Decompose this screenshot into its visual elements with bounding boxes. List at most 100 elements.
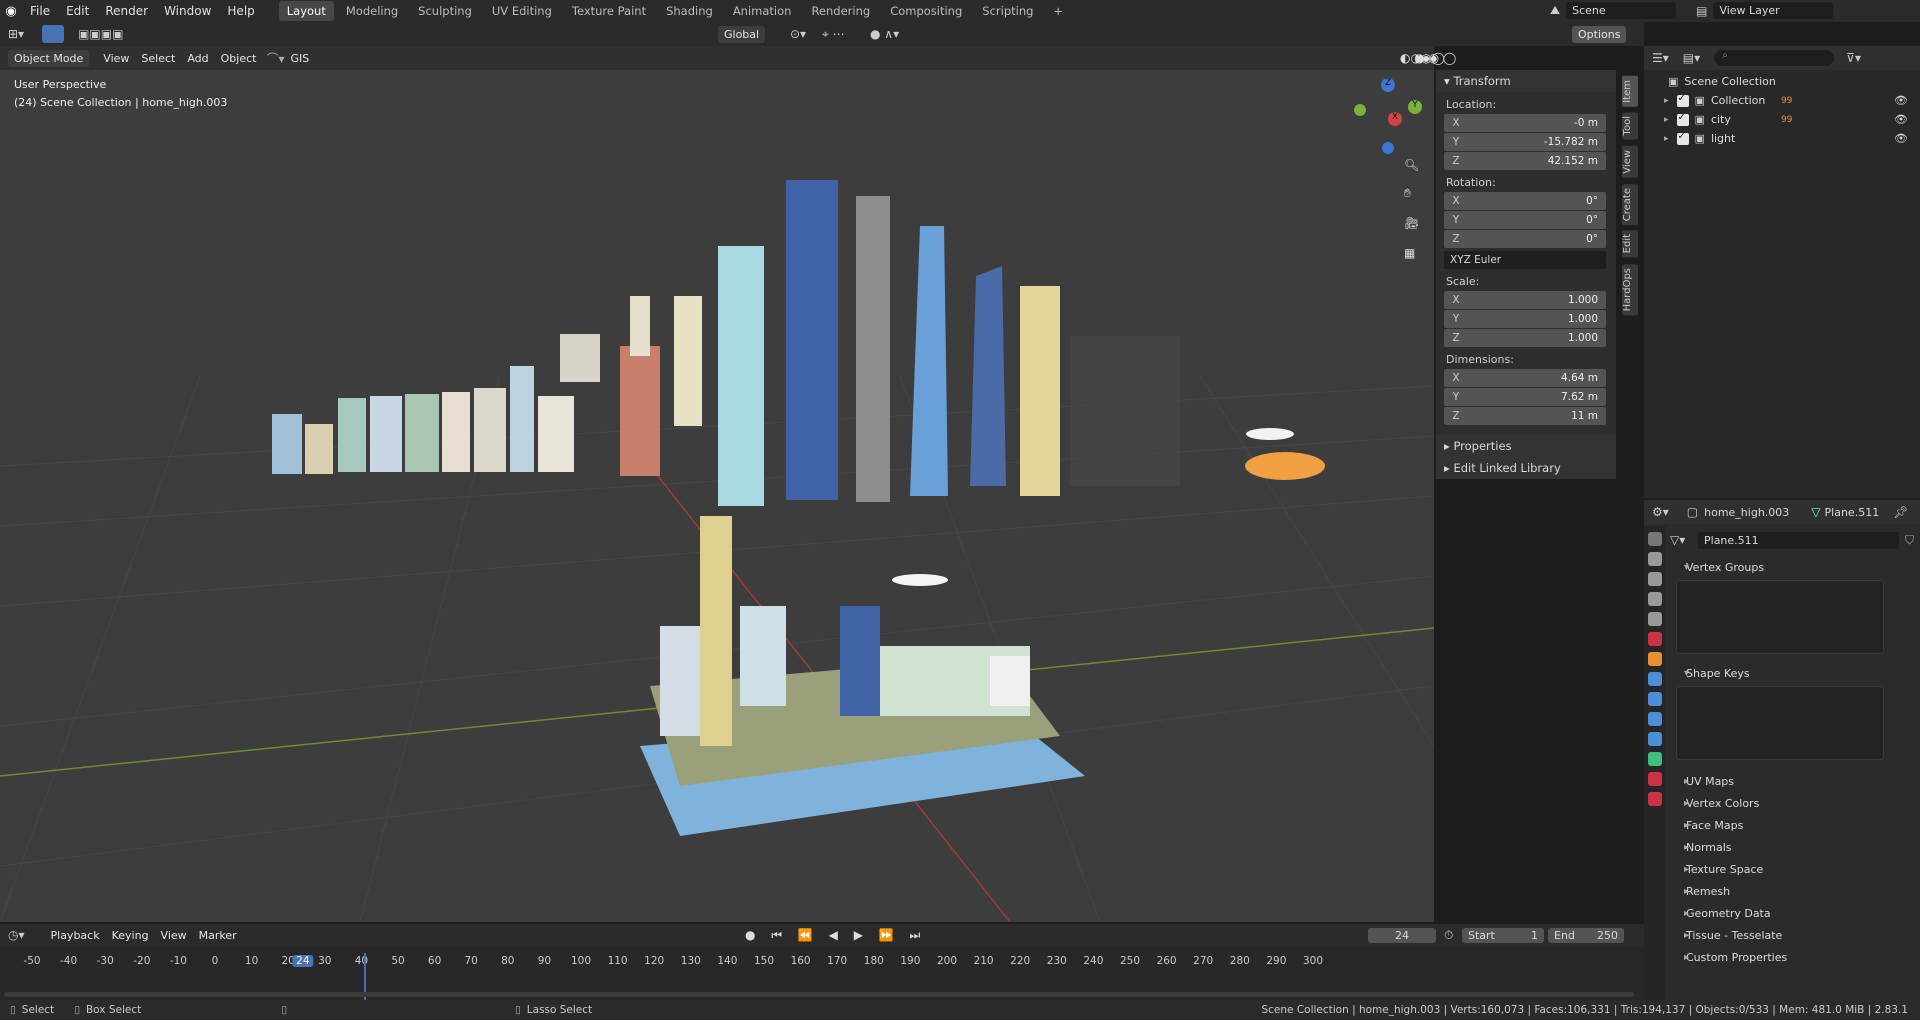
section-tissue-tesselate[interactable]: Tissue - Tesselate xyxy=(1670,924,1914,946)
select-menu[interactable]: Select xyxy=(135,50,181,67)
loc-field-y[interactable]: Y -15.782 m xyxy=(1444,133,1606,151)
vertex-groups-list[interactable] xyxy=(1676,580,1884,654)
visibility-eye-icon[interactable]: 👁︎ xyxy=(1894,132,1908,145)
pin-icon[interactable]: 📌︎ xyxy=(1893,505,1908,519)
ortho-grid-icon[interactable]: ▦ xyxy=(1404,246,1415,260)
workspace-tab-animation[interactable]: Animation xyxy=(725,1,800,21)
loc-field-z[interactable]: Z 42.152 m xyxy=(1444,152,1606,170)
shape-keys-list[interactable] xyxy=(1676,686,1884,760)
visibility-eye-icon[interactable]: 👁︎ xyxy=(1894,94,1908,107)
vertex-groups-header[interactable]: Vertex Groups xyxy=(1670,556,1914,578)
gis-menu[interactable]: GIS xyxy=(285,50,316,67)
menu-help[interactable]: Help xyxy=(219,4,262,18)
modifier-tab-icon[interactable] xyxy=(1648,672,1662,686)
rot-field-z[interactable]: Z 0° xyxy=(1444,230,1606,248)
gizmo-y-icon[interactable]: Y xyxy=(1408,100,1422,114)
exclude-checkbox[interactable] xyxy=(1676,131,1689,145)
properties-panel-header[interactable]: ▸ Properties xyxy=(1436,435,1616,457)
dim-field-y[interactable]: Y 7.62 m xyxy=(1444,388,1606,406)
sidebar-tab-hardops[interactable]: HardOps xyxy=(1622,264,1638,316)
add-workspace-button[interactable]: + xyxy=(1045,1,1071,21)
scl-field-z[interactable]: Z 1.000 xyxy=(1444,329,1606,347)
section-normals[interactable]: Normals xyxy=(1670,836,1914,858)
fake-user-icon[interactable]: ⛉ xyxy=(1905,533,1914,548)
dim-field-z[interactable]: Z 11 m xyxy=(1444,407,1606,425)
exclude-checkbox[interactable] xyxy=(1676,112,1689,126)
rot-field-y[interactable]: Y 0° xyxy=(1444,211,1606,229)
data-tab-icon[interactable] xyxy=(1648,752,1662,766)
edit-linked-library-header[interactable]: ▸ Edit Linked Library xyxy=(1436,457,1616,479)
loc-field-x[interactable]: X -0 m xyxy=(1444,114,1606,132)
physics-tab-icon[interactable] xyxy=(1648,712,1662,726)
workspace-tab-sculpting[interactable]: Sculpting xyxy=(410,1,480,21)
section-custom-properties[interactable]: Custom Properties xyxy=(1670,946,1914,968)
outliner-row-collection[interactable]: ▸ ▣ Collection 99 👁︎ xyxy=(1644,91,1920,110)
view-menu[interactable]: View xyxy=(97,50,135,67)
mesh-breadcrumb[interactable]: Plane.511 xyxy=(1825,506,1880,519)
output-tab-icon[interactable] xyxy=(1648,572,1662,586)
pivot-icon[interactable]: ⊙▾ xyxy=(790,27,806,41)
gizmo-neg-z-icon[interactable] xyxy=(1382,142,1394,154)
view-layer-icon[interactable]: ▤ xyxy=(1696,4,1707,18)
exclude-checkbox[interactable] xyxy=(1676,93,1689,107)
texture-tab-icon[interactable] xyxy=(1648,792,1662,806)
transform-orientation-dropdown[interactable]: Global xyxy=(718,25,766,43)
view-layer-tab-icon[interactable] xyxy=(1648,592,1662,606)
workspace-tab-compositing[interactable]: Compositing xyxy=(882,1,970,21)
outliner-row-light[interactable]: ▸ ▣ light 👁︎ xyxy=(1644,129,1920,148)
outliner-search-input[interactable]: ⌕ xyxy=(1714,50,1835,66)
section-remesh[interactable]: Remesh xyxy=(1670,880,1914,902)
transform-panel-header[interactable]: ▾ Transform xyxy=(1436,70,1616,92)
material-tab-icon[interactable] xyxy=(1648,772,1662,786)
menu-file[interactable]: File xyxy=(22,4,58,18)
gizmo-x-icon[interactable]: X xyxy=(1388,112,1402,126)
workspace-tab-rendering[interactable]: Rendering xyxy=(803,1,878,21)
section-texture-space[interactable]: Texture Space xyxy=(1670,858,1914,880)
editor-type-icon[interactable]: ⊞▾ xyxy=(8,27,24,41)
select-tool-icon[interactable] xyxy=(42,25,65,43)
object-menu[interactable]: Object xyxy=(215,50,263,67)
workspace-tab-shading[interactable]: Shading xyxy=(658,1,721,21)
expand-arrow-icon[interactable]: ▸ xyxy=(1664,96,1669,106)
menu-render[interactable]: Render xyxy=(97,4,156,18)
zoom-icon[interactable]: 🔍︎ xyxy=(1404,158,1419,172)
add-menu[interactable]: Add xyxy=(181,50,214,67)
world-tab-icon[interactable] xyxy=(1648,632,1662,646)
workspace-tab-uv-editing[interactable]: UV Editing xyxy=(484,1,560,21)
options-button[interactable]: Options xyxy=(1572,25,1627,43)
sidebar-tab-edit[interactable]: Edit xyxy=(1622,230,1638,258)
snap-icon[interactable]: ⌖ ⋯ xyxy=(822,27,845,42)
tool-tab-icon[interactable] xyxy=(1648,532,1662,546)
section-uv-maps[interactable]: UV Maps xyxy=(1670,770,1914,792)
workspace-tab-scripting[interactable]: Scripting xyxy=(974,1,1041,21)
pan-hand-icon[interactable]: ✋︎ xyxy=(1404,186,1411,201)
mode-dropdown[interactable]: Object Mode xyxy=(8,49,90,67)
scl-field-y[interactable]: Y 1.000 xyxy=(1444,310,1606,328)
blender-logo-icon[interactable]: ◉ xyxy=(0,4,22,19)
3d-viewport[interactable]: User Perspective (24) Scene Collection |… xyxy=(0,46,1434,922)
viewport-visibility-icons[interactable]: ◐ ◑ ◉ ◯ xyxy=(1400,51,1456,65)
gizmo-z-icon[interactable]: Z xyxy=(1381,78,1395,92)
sidebar-tab-view[interactable]: View xyxy=(1622,146,1638,178)
scene-tab-icon[interactable] xyxy=(1648,612,1662,626)
properties-editor-icon[interactable]: ⚙▾ xyxy=(1652,505,1669,519)
object-tab-icon[interactable] xyxy=(1648,652,1662,666)
mesh-name-field[interactable]: Plane.511 xyxy=(1698,531,1899,549)
render-tab-icon[interactable] xyxy=(1648,552,1662,566)
mesh-data-icon[interactable]: ▽▾ xyxy=(1670,533,1698,547)
expand-arrow-icon[interactable]: ▸ xyxy=(1664,134,1669,144)
visibility-eye-icon[interactable]: 👁︎ xyxy=(1894,113,1908,126)
curve-icon[interactable]: ⌒▾ xyxy=(266,50,284,67)
dim-field-x[interactable]: X 4.64 m xyxy=(1444,369,1606,387)
rotation-mode-dropdown[interactable]: XYZ Euler xyxy=(1444,251,1606,269)
sidebar-tab-tool[interactable]: Tool xyxy=(1622,112,1638,140)
timeline-scrollbar[interactable] xyxy=(4,992,1634,997)
menu-window[interactable]: Window xyxy=(156,4,219,18)
workspace-tab-layout[interactable]: Layout xyxy=(278,1,334,21)
shape-keys-header[interactable]: Shape Keys xyxy=(1670,662,1914,684)
gizmo-neg-y-icon[interactable] xyxy=(1354,104,1366,116)
view-layer-selector[interactable]: View Layer xyxy=(1713,2,1834,19)
navigation-gizmo[interactable]: Z Y X xyxy=(1350,78,1430,158)
section-geometry-data[interactable]: Geometry Data xyxy=(1670,902,1914,924)
outliner-row-scene-collection[interactable]: ▣ Scene Collection xyxy=(1644,72,1920,91)
